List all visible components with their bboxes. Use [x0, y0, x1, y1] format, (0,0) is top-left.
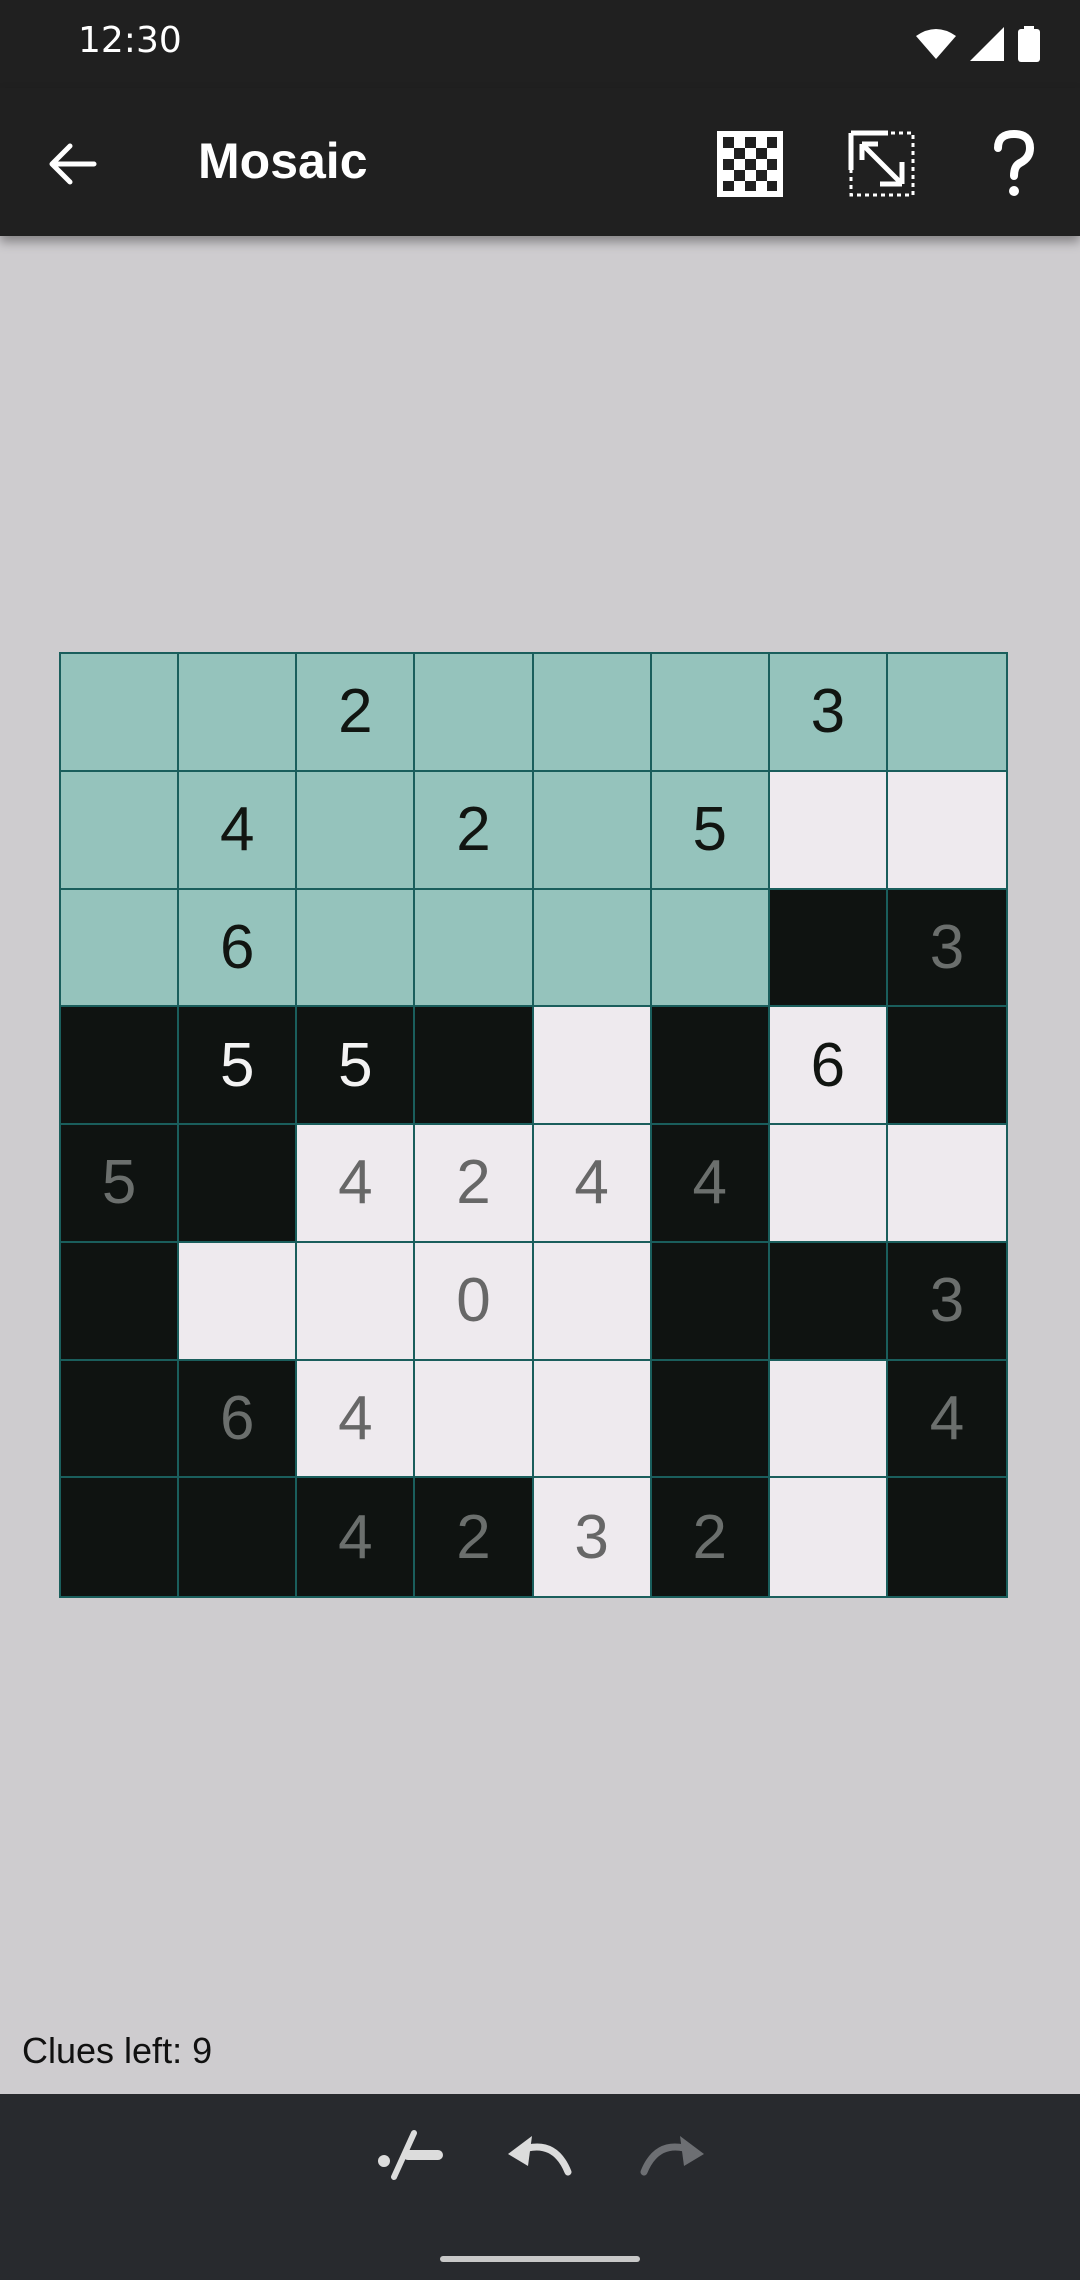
puzzle-board: 234256355654244036444232 [59, 652, 1008, 1598]
redo-icon [640, 2136, 704, 2176]
board-cell[interactable]: 5 [179, 1007, 298, 1125]
board-cell[interactable]: 3 [887, 889, 1006, 1008]
board-cell[interactable] [533, 1242, 652, 1361]
board-cell[interactable] [61, 1360, 180, 1479]
board-cell[interactable]: 3 [533, 1478, 652, 1596]
gesture-nav-handle[interactable] [440, 2256, 640, 2262]
undo-icon [508, 2136, 572, 2176]
resize-diagonal-icon [848, 130, 915, 197]
app-bar: Mosaic [0, 88, 1080, 236]
board-cell[interactable]: 2 [415, 1125, 534, 1243]
status-time: 12:30 [78, 20, 182, 61]
board-cell[interactable] [415, 1007, 534, 1125]
back-button[interactable] [40, 132, 104, 196]
page-title: Mosaic [198, 133, 368, 189]
toggle-mark-icon [378, 2130, 443, 2180]
board-cell[interactable] [887, 654, 1006, 772]
board-cell[interactable] [769, 1125, 888, 1243]
board-cell[interactable] [533, 654, 652, 772]
board-cell[interactable] [769, 1242, 888, 1361]
board-cell[interactable] [179, 654, 298, 772]
board-cell[interactable]: 4 [297, 1478, 416, 1596]
board-cell[interactable]: 3 [887, 1242, 1006, 1361]
board-cell[interactable] [887, 1478, 1006, 1596]
wifi-icon [916, 29, 956, 59]
board-cell[interactable]: 2 [651, 1478, 770, 1596]
board-cell[interactable]: 2 [415, 1478, 534, 1596]
help-button[interactable] [974, 124, 1054, 204]
board-cell[interactable] [179, 1478, 298, 1596]
board-cell[interactable] [61, 654, 180, 772]
board-cell[interactable]: 0 [415, 1242, 534, 1361]
board-cell[interactable]: 5 [651, 771, 770, 890]
board-cell[interactable] [179, 1125, 298, 1243]
bottom-bar [0, 2094, 1080, 2280]
board-cell[interactable] [887, 771, 1006, 890]
signal-icon [970, 27, 1004, 61]
board-cell[interactable]: 5 [297, 1007, 416, 1125]
board-cell[interactable] [179, 1242, 298, 1361]
toggle-mark-button[interactable] [364, 2120, 454, 2190]
board-cell[interactable] [297, 1242, 416, 1361]
status-bar: 12:30 [0, 0, 1080, 88]
board-cell[interactable]: 4 [297, 1360, 416, 1479]
board-cell[interactable]: 6 [769, 1007, 888, 1125]
board-cell[interactable] [297, 889, 416, 1008]
board-cell[interactable] [651, 654, 770, 772]
board-cell[interactable] [769, 771, 888, 890]
clues-left-text: Clues left: 9 [22, 2030, 213, 2071]
board-cell[interactable] [61, 1242, 180, 1361]
board-cell[interactable] [415, 889, 534, 1008]
resize-button[interactable] [842, 124, 922, 204]
board-cell[interactable]: 4 [651, 1125, 770, 1243]
board-cell[interactable] [651, 1360, 770, 1479]
board-cell[interactable]: 2 [415, 771, 534, 890]
board-cell[interactable] [887, 1007, 1006, 1125]
board-cell[interactable] [769, 889, 888, 1008]
board-cell[interactable] [415, 654, 534, 772]
board-cell[interactable] [533, 1360, 652, 1479]
board-cell[interactable] [415, 1360, 534, 1479]
back-arrow-icon [49, 143, 97, 185]
status-icons [916, 24, 1040, 64]
board-cell[interactable] [887, 1125, 1006, 1243]
board-cell[interactable] [61, 771, 180, 890]
board-cell[interactable] [769, 1478, 888, 1596]
board-cell[interactable]: 6 [179, 1360, 298, 1479]
board-cell[interactable] [769, 1360, 888, 1479]
show-pattern-button[interactable] [710, 124, 790, 204]
checkerboard-icon [717, 131, 783, 197]
board-cell[interactable]: 3 [769, 654, 888, 772]
board-cell[interactable] [651, 1242, 770, 1361]
board-cell[interactable] [533, 771, 652, 890]
board-cell[interactable] [651, 1007, 770, 1125]
board-cell[interactable]: 6 [179, 889, 298, 1008]
board-cell[interactable] [533, 1007, 652, 1125]
redo-button[interactable] [628, 2120, 718, 2190]
battery-icon [1018, 26, 1040, 62]
board-cell[interactable]: 4 [297, 1125, 416, 1243]
board-cell[interactable]: 4 [887, 1360, 1006, 1479]
undo-button[interactable] [494, 2120, 584, 2190]
board-cell[interactable] [61, 1478, 180, 1596]
help-icon [994, 130, 1035, 196]
board-cell[interactable] [61, 1007, 180, 1125]
board-cell[interactable] [61, 889, 180, 1008]
board-cell[interactable]: 2 [297, 654, 416, 772]
board-cell[interactable]: 4 [533, 1125, 652, 1243]
board-cell[interactable] [297, 771, 416, 890]
board-cell[interactable]: 4 [179, 771, 298, 890]
board-cell[interactable] [533, 889, 652, 1008]
board-cell[interactable] [651, 889, 770, 1008]
board-cell[interactable]: 5 [61, 1125, 180, 1243]
